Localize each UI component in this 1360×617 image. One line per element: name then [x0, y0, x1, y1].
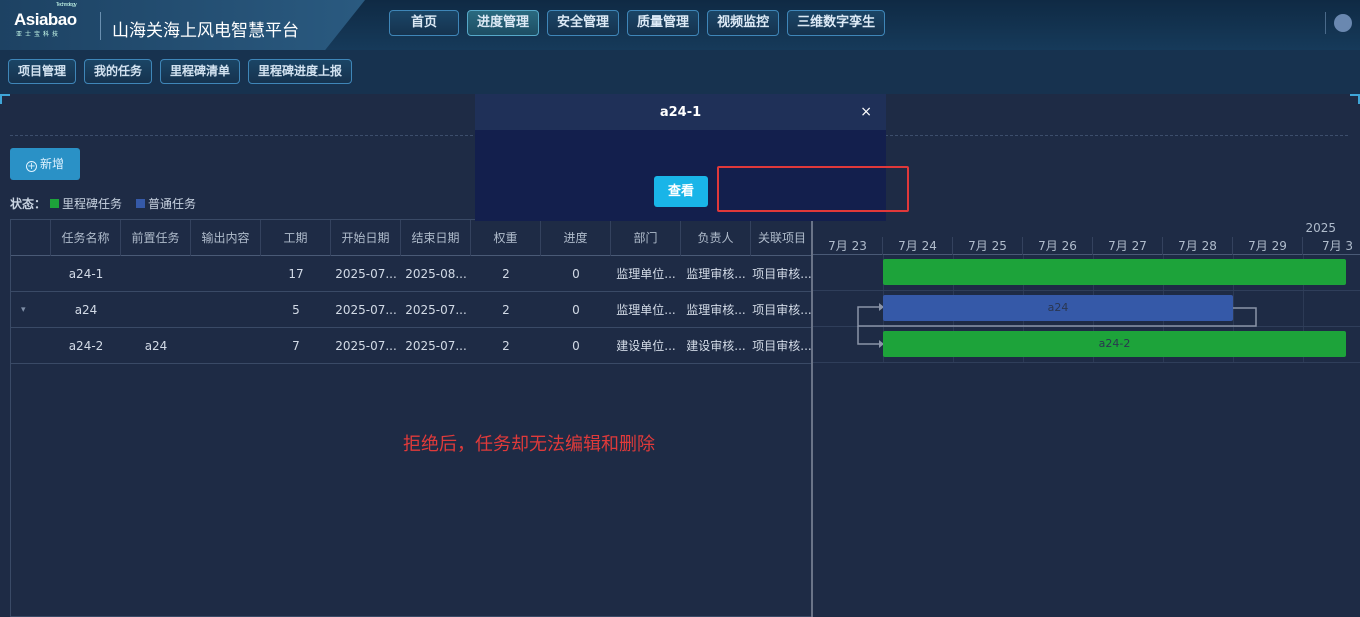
cell-end: 2025-07... [405, 303, 467, 317]
header-cell: 权重 [471, 220, 541, 256]
cell-name: a24-1 [68, 267, 104, 281]
subnav-my-tasks[interactable]: 我的任务 [84, 59, 153, 84]
tab-quality[interactable]: 质量管理 [627, 10, 700, 36]
legend-swatch-blue [136, 199, 146, 208]
cell-output [191, 292, 261, 328]
modal-title: a24-1 [659, 105, 702, 120]
cell-start: 2025-07... [335, 339, 397, 353]
header-cell: 开始日期 [331, 220, 401, 256]
cell-duration: 7 [292, 339, 300, 353]
frame-corner-right [1350, 94, 1360, 104]
legend-text: 普通任务 [148, 197, 197, 211]
add-button[interactable]: + 新增 [10, 148, 80, 180]
header-cell: 结束日期 [401, 220, 471, 256]
cell-weight: 2 [502, 339, 510, 353]
cell-progress: 0 [572, 303, 580, 317]
cell-start: 2025-07... [335, 267, 397, 281]
header-cell: 工期 [261, 220, 331, 256]
logo-small-text: Technology [56, 2, 77, 8]
table-row[interactable]: a24-2 a24 7 2025-07... 2025-07... 2 0 建设… [11, 328, 812, 364]
header-cell: 输出内容 [191, 220, 261, 256]
cell-dept: 监理单位... [616, 267, 676, 281]
cell-output [191, 256, 261, 292]
cell-weight: 2 [502, 303, 510, 317]
legend-label: 状态： [10, 197, 47, 211]
brand-area: Asiabao Technology 亚士宝科技 山海关海上风电智慧平台 [0, 0, 365, 55]
cell-project: 项目审核... [752, 339, 812, 353]
collapse-arrow-icon[interactable]: ▾ [21, 292, 26, 328]
cell-pre [121, 292, 191, 328]
header-cell: 前置任务 [121, 220, 191, 256]
plus-circle-icon: + [25, 161, 37, 172]
cell-output [191, 328, 261, 364]
header-cell: 进度 [541, 220, 611, 256]
cell-progress: 0 [572, 267, 580, 281]
header-toggle-col [11, 220, 51, 256]
subnav-project-management[interactable]: 项目管理 [8, 59, 77, 84]
task-grid: 任务名称 前置任务 输出内容 工期 开始日期 结束日期 权重 进度 部门 负责人… [10, 219, 812, 617]
logo-text: Asiabao [14, 10, 77, 29]
table-row[interactable]: ▾ a24 5 2025-07... 2025-07... 2 0 监理单位..… [11, 292, 812, 328]
view-button[interactable]: 查看 [654, 176, 708, 207]
legend-swatch-green [50, 199, 60, 208]
cell-owner: 建设审核... [686, 339, 746, 353]
logo-subtext: 亚士宝科技 [16, 32, 62, 38]
subnav-milestone-report[interactable]: 里程碑进度上报 [248, 59, 353, 84]
cell-end: 2025-07... [405, 339, 467, 353]
subnav-milestone-list[interactable]: 里程碑清单 [160, 59, 241, 84]
header-cell: 部门 [611, 220, 681, 256]
cell-weight: 2 [502, 267, 510, 281]
gantt-bar-a24[interactable]: a24 [883, 295, 1233, 321]
cell-duration: 5 [292, 303, 300, 317]
cell-name: a24-2 [68, 339, 104, 353]
app-title: 山海关海上风电智慧平台 [112, 21, 299, 41]
header-cell: 关联项目 [757, 231, 806, 245]
cell-dept: 建设单位... [616, 339, 676, 353]
sub-nav: 项目管理 我的任务 里程碑清单 里程碑进度上报 [0, 50, 1360, 94]
header-cell: 任务名称 [51, 220, 121, 256]
gantt-bar-a24-2[interactable]: a24-2 [883, 331, 1346, 357]
gantt-chart: 2025 7月 23 7月 24 7月 25 7月 26 7月 27 7月 28… [813, 219, 1360, 617]
cell-pre [121, 256, 191, 292]
close-icon[interactable]: × [860, 104, 872, 120]
legend-text: 里程碑任务 [62, 197, 123, 211]
cell-name: a24 [74, 303, 98, 317]
tab-digital-twin[interactable]: 三维数字孪生 [787, 10, 886, 36]
tab-progress[interactable]: 进度管理 [467, 10, 540, 36]
annotation-red-box [717, 166, 909, 212]
gantt-bar-a24-1[interactable] [883, 259, 1346, 285]
cell-duration: 17 [288, 267, 304, 281]
status-legend: 状态： 里程碑任务 普通任务 [10, 195, 210, 212]
add-button-label: 新增 [39, 157, 64, 171]
cell-owner: 监理审核... [686, 303, 746, 317]
cell-progress: 0 [572, 339, 580, 353]
top-nav: 首页 进度管理 安全管理 质量管理 视频监控 三维数字孪生 [389, 10, 886, 36]
legend-item-normal: 普通任务 [136, 195, 196, 212]
top-header: Asiabao Technology 亚士宝科技 山海关海上风电智慧平台 首页 … [0, 0, 1360, 55]
cell-owner: 监理审核... [686, 267, 746, 281]
tab-video[interactable]: 视频监控 [707, 10, 780, 36]
annotation-note: 拒绝后，任务却无法编辑和删除 [403, 434, 655, 455]
grid-header: 任务名称 前置任务 输出内容 工期 开始日期 结束日期 权重 进度 部门 负责人… [11, 220, 811, 256]
brand-divider [100, 12, 101, 40]
cell-pre: a24 [144, 339, 168, 353]
dependency-link [857, 326, 879, 345]
frame-corner-left [0, 94, 10, 104]
header-cell: 负责人 [681, 220, 751, 256]
tab-home[interactable]: 首页 [389, 10, 460, 36]
cell-start: 2025-07... [335, 303, 397, 317]
table-row[interactable]: a24-1 17 2025-07... 2025-08... 2 0 监理单位.… [11, 256, 812, 292]
legend-item-milestone: 里程碑任务 [50, 195, 122, 212]
cell-dept: 监理单位... [616, 303, 676, 317]
cell-project: 项目审核... [752, 267, 812, 281]
cell-project: 项目审核... [752, 303, 812, 317]
header-divider [1325, 12, 1326, 34]
logo: Asiabao Technology 亚士宝科技 [14, 2, 77, 38]
tab-safety[interactable]: 安全管理 [547, 10, 620, 36]
cell-end: 2025-08... [405, 267, 467, 281]
user-icon[interactable] [1334, 14, 1352, 32]
